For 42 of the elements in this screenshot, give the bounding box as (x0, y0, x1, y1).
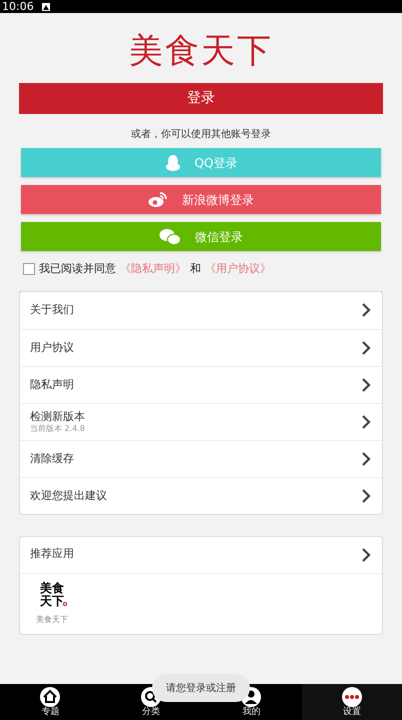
flower-icon (63, 602, 67, 606)
alt-login-hint: 或者，你可以使用其他账号登录 (130, 128, 272, 142)
more-icon (342, 687, 362, 707)
chevron-right-icon (361, 546, 371, 562)
penguin-icon (164, 154, 181, 172)
chevron-right-icon (361, 376, 371, 392)
chevron-right-icon (361, 414, 371, 430)
app-title: 美食天下 (128, 34, 274, 68)
recommended-title: 推荐应用 (30, 546, 74, 562)
settings-item[interactable]: 隐私声明 (20, 366, 382, 402)
social-login-button[interactable]: 新浪微博登录 (21, 185, 381, 214)
settings-item[interactable]: 关于我们 (20, 292, 382, 328)
settings-item[interactable]: 清除缓存 (20, 440, 382, 476)
weibo-icon (148, 191, 168, 208)
settings-label: 关于我们 (30, 303, 74, 317)
chevron-right-icon (361, 488, 371, 504)
agreement-checkbox[interactable] (23, 263, 35, 276)
nav-tab[interactable]: 专题 (0, 684, 100, 720)
settings-label: 隐私声明 (30, 378, 74, 392)
settings-item[interactable]: 检测新版本 当前版本 2.4.8 (20, 402, 382, 440)
status-time: 10:06 (2, 1, 34, 12)
agreement-text: 我已阅读并同意 (39, 261, 116, 277)
chat-bubbles-icon (159, 228, 181, 246)
login-button[interactable]: 登录 (19, 83, 383, 114)
toast: 请您登录或注册 (152, 674, 250, 702)
recommended-header[interactable]: 推荐应用 (20, 536, 382, 574)
notification-icon (42, 2, 50, 10)
settings-label: 检测新版本 (30, 410, 85, 424)
app-logo[interactable]: 美食 天下 (40, 582, 64, 608)
chevron-right-icon (361, 340, 371, 356)
settings-label: 用户协议 (30, 340, 74, 354)
agreement-text: 和 (190, 261, 201, 277)
chevron-right-icon (361, 450, 371, 466)
settings-label: 欢迎您提出建议 (30, 488, 107, 502)
settings-item[interactable]: 欢迎您提出建议 (20, 476, 382, 514)
chevron-right-icon (361, 302, 371, 318)
settings-label: 清除缓存 (30, 452, 74, 466)
settings-sublabel: 当前版本 2.4.8 (30, 424, 85, 434)
home-icon (40, 687, 60, 707)
app-name: 美食天下 (36, 614, 68, 626)
settings-item[interactable]: 用户协议 (20, 328, 382, 366)
nav-tab[interactable]: 设置 (302, 684, 402, 720)
